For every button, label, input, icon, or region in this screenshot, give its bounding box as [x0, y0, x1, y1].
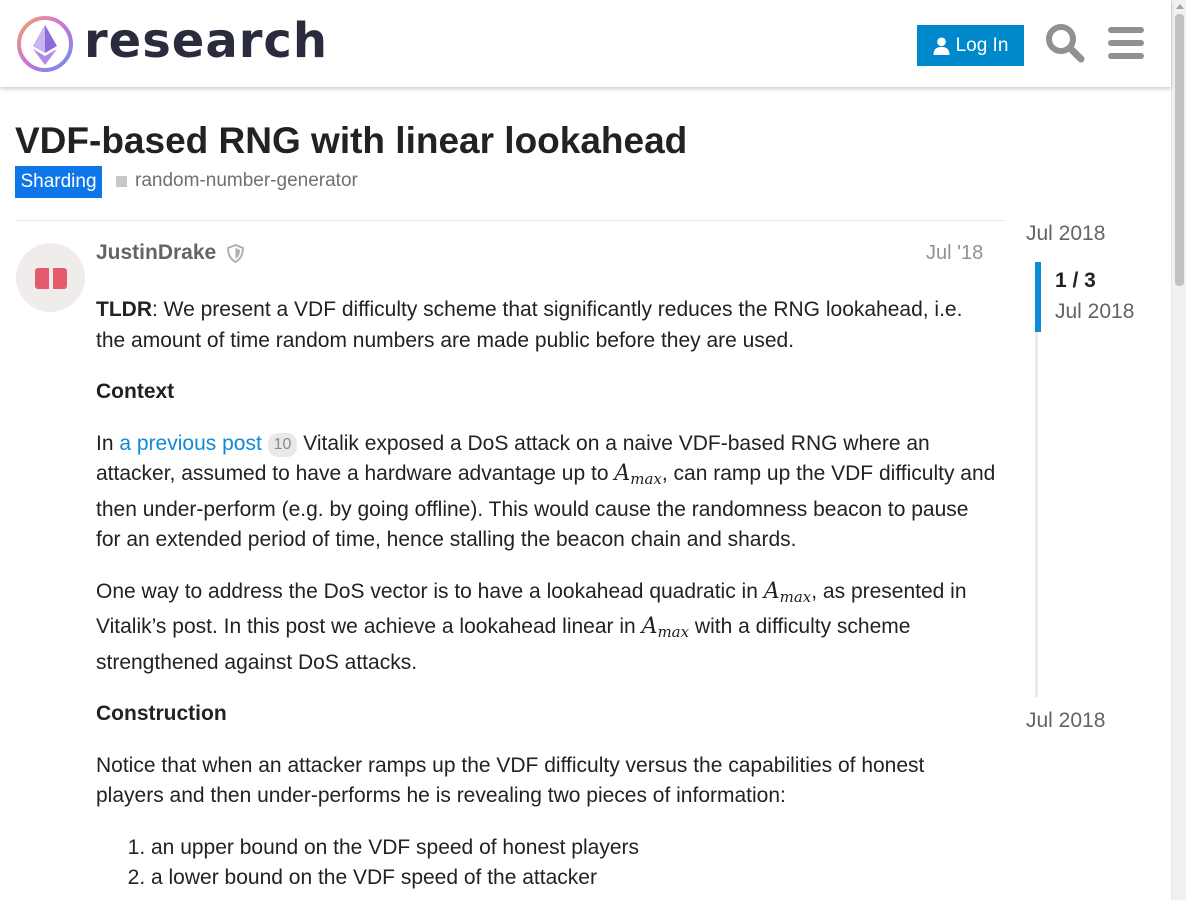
- tag-label: random-number-generator: [135, 170, 358, 191]
- avatar-image: [35, 268, 67, 289]
- math-sub: max: [779, 587, 812, 606]
- info-list: an upper bound on the VDF speed of hones…: [96, 833, 996, 894]
- math-base: A: [763, 578, 780, 604]
- construction-paragraph: Notice that when an attacker ramps up th…: [96, 753, 925, 808]
- lookahead-paragraph: One way to address the DoS vector is to …: [96, 577, 996, 679]
- tldr-paragraph: TLDR: We present a VDF difficulty scheme…: [96, 295, 996, 356]
- construction-heading-text: Construction: [96, 702, 227, 725]
- timeline-handle[interactable]: [1035, 262, 1041, 332]
- math-sub: max: [630, 470, 662, 488]
- timeline-end-date[interactable]: Jul 2018: [1026, 709, 1105, 733]
- tldr-label: TLDR: [96, 298, 152, 321]
- logo-text[interactable]: research: [84, 13, 328, 69]
- tag-square-icon: [116, 175, 127, 187]
- shield-icon: [226, 244, 245, 263]
- topic-tag[interactable]: random-number-generator: [116, 170, 358, 192]
- math-a-max: Amax: [614, 461, 662, 488]
- link-click-count: 10: [267, 432, 298, 457]
- math-a-max: Amax: [763, 578, 812, 606]
- site-header: research Log In: [0, 0, 1171, 87]
- construction-heading: Construction: [96, 699, 996, 730]
- math-base: A: [614, 461, 631, 486]
- list-item: a lower bound on the VDF speed of the at…: [151, 863, 996, 894]
- scroll-up-arrow-icon[interactable]: [1176, 4, 1184, 9]
- context-paragraph: In a previous post 10 Vitalik exposed a …: [96, 429, 996, 556]
- context-heading-text: Context: [96, 380, 175, 403]
- avatar[interactable]: [16, 243, 85, 312]
- p2-text-a: One way to address the DoS vector is to …: [96, 579, 764, 603]
- user-icon: [933, 37, 950, 55]
- math-base: A: [641, 614, 658, 639]
- post-body: TLDR: We present a VDF difficulty scheme…: [96, 295, 996, 894]
- search-icon[interactable]: [1045, 23, 1085, 63]
- scrollbar-thumb[interactable]: [1175, 14, 1184, 286]
- post-date[interactable]: Jul '18: [926, 242, 983, 265]
- math-sub: max: [657, 623, 690, 641]
- category-badge[interactable]: Sharding: [15, 166, 102, 198]
- timeline-current-date: Jul 2018: [1055, 300, 1135, 323]
- hamburger-menu-icon[interactable]: [1108, 26, 1144, 60]
- log-in-label: Log In: [955, 34, 1009, 56]
- p1-text-a: In: [96, 431, 120, 455]
- timeline-counter: 1 / 3: [1055, 269, 1096, 292]
- post-author[interactable]: JustinDrake: [96, 241, 216, 265]
- math-a-max: Amax: [641, 614, 690, 641]
- divider: [15, 220, 1004, 221]
- page-scrollbar[interactable]: [1171, 0, 1186, 900]
- context-heading: Context: [96, 377, 996, 408]
- timeline-start-date[interactable]: Jul 2018: [1026, 222, 1105, 246]
- list-item: an upper bound on the VDF speed of hones…: [151, 833, 996, 864]
- log-in-button[interactable]: Log In: [917, 25, 1024, 66]
- ethresear-logo-icon[interactable]: [16, 15, 74, 73]
- previous-post-link[interactable]: a previous post: [119, 432, 261, 455]
- topic-title[interactable]: VDF-based RNG with linear lookahead: [15, 120, 687, 162]
- tldr-text: : We present a VDF difficulty scheme tha…: [96, 298, 963, 352]
